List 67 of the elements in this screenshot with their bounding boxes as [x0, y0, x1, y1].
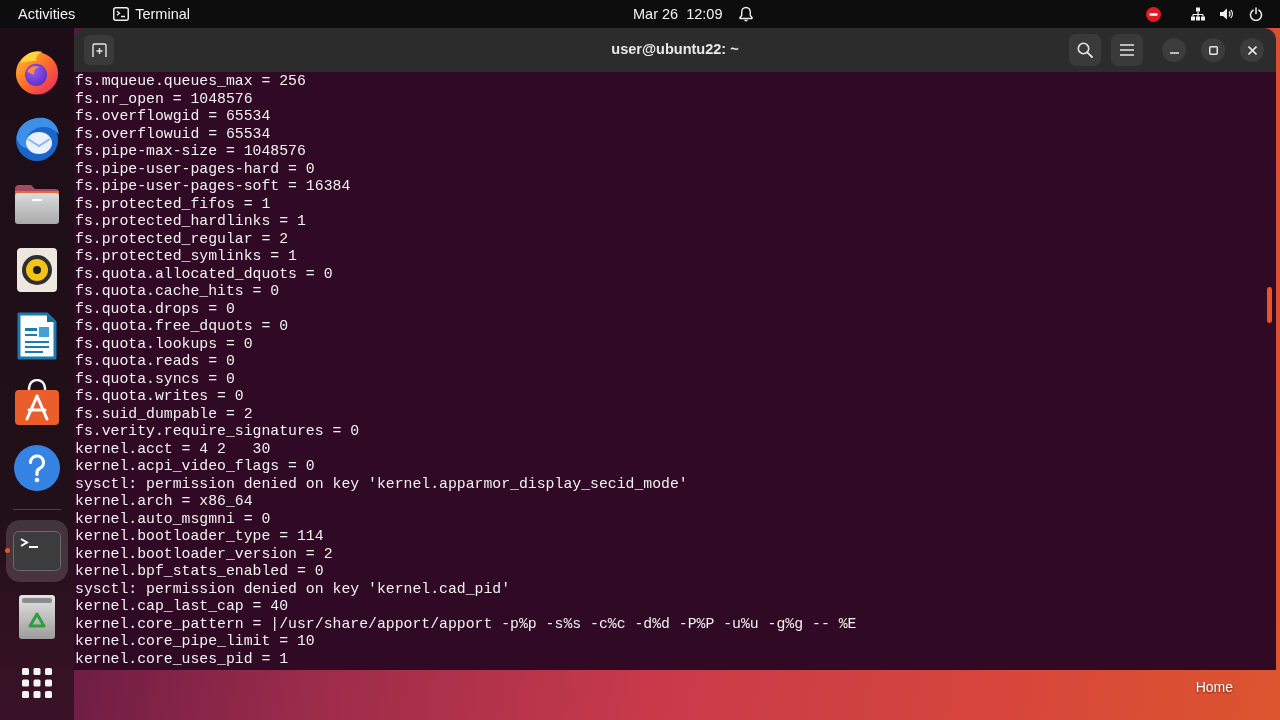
terminal-line: kernel.acpi_video_flags = 0 [75, 458, 315, 476]
terminal-line: fs.overflowuid = 65534 [75, 125, 271, 143]
terminal-icon [113, 7, 130, 21]
no-entry-icon [1146, 6, 1161, 22]
terminal-line: fs.suid_dumpable = 2 [75, 405, 253, 423]
terminal-line: fs.protected_symlinks = 1 [75, 248, 297, 266]
terminal-line: fs.nr_open = 1048576 [75, 90, 253, 108]
terminal-line: kernel.cap_last_cap = 40 [75, 598, 289, 616]
terminal-line: kernel.core_pipe_limit = 10 [75, 633, 315, 651]
terminal-icon [13, 531, 61, 571]
maximize-icon [1208, 45, 1218, 55]
terminal-line: fs.mqueue.queues_max = 256 [75, 73, 306, 91]
terminal-line: kernel.core_pattern = |/usr/share/apport/apport -p%p -s%s -c%c -d%d -P%P -u%u -g%g -- %E [75, 615, 857, 633]
app-menu-button[interactable]: Terminal [105, 2, 198, 26]
terminal-line: fs.protected_hardlinks = 1 [75, 213, 306, 231]
close-button[interactable] [1240, 38, 1264, 62]
terminal-line: fs.protected_fifos = 1 [75, 195, 271, 213]
globe-icon [14, 49, 60, 95]
terminal-line: fs.pipe-max-size = 1048576 [75, 143, 306, 161]
terminal-line: fs.protected_regular = 2 [75, 230, 289, 248]
trash-icon [19, 595, 55, 639]
terminal-line: kernel.arch = x86_64 [75, 493, 253, 511]
terminal-line: fs.pipe-user-pages-hard = 0 [75, 160, 315, 178]
terminal-line: sysctl: permission denied on key 'kernel.apparmor_display_secid_mode' [75, 475, 688, 493]
network-icon [1191, 7, 1205, 21]
document-icon [17, 312, 57, 360]
bell-icon [739, 6, 754, 22]
terminal-line: fs.quota.cache_hits = 0 [75, 283, 280, 301]
power-icon [1249, 7, 1263, 21]
terminal-line: fs.quota.syncs = 0 [75, 370, 235, 388]
clock-button[interactable]: Mar 26 12:09 [625, 2, 762, 26]
terminal-line: fs.quota.free_dquots = 0 [75, 318, 289, 336]
search-icon [1077, 42, 1093, 58]
new-tab-icon [91, 42, 107, 58]
terminal-line: fs.quota.drops = 0 [75, 300, 235, 318]
terminal-line: fs.pipe-user-pages-soft = 16384 [75, 178, 351, 196]
terminal-line: fs.quota.lookups = 0 [75, 335, 253, 353]
question-mark-icon [14, 445, 60, 491]
close-icon [1247, 45, 1257, 55]
minimize-button[interactable] [1162, 38, 1186, 62]
speaker-icon [17, 248, 57, 292]
menu-icon [1120, 44, 1134, 56]
grid-icon [22, 668, 52, 698]
terminal-line: kernel.auto_msgmni = 0 [75, 510, 271, 528]
terminal-line: fs.overflowgid = 65534 [75, 108, 271, 126]
desktop-icon-label[interactable]: Home [1195, 679, 1233, 695]
terminal-line: kernel.core_uses_pid = 1 [75, 650, 289, 668]
terminal-line: sysctl: permission denied on key 'kernel.cad_pid' [75, 580, 511, 598]
search-button[interactable] [1069, 34, 1101, 66]
terminal-line: fs.quota.writes = 0 [75, 388, 244, 406]
volume-icon [1219, 7, 1233, 21]
terminal-line: kernel.bootloader_version = 2 [75, 545, 333, 563]
terminal-line: kernel.acct = 4 2 30 [75, 440, 271, 458]
shopping-bag-icon [15, 379, 59, 425]
terminal-line: fs.verity.require_signatures = 0 [75, 423, 360, 441]
window-title: user@ubuntu22: ~ [611, 40, 739, 60]
menu-button[interactable] [1111, 34, 1143, 66]
activities-button[interactable]: Activities [6, 2, 88, 26]
minimize-icon [1169, 52, 1179, 54]
scrollbar-thumb[interactable] [1267, 287, 1272, 323]
terminal-line: kernel.bpf_stats_enabled = 0 [75, 563, 324, 581]
terminal-line: fs.quota.allocated_dquots = 0 [75, 265, 333, 283]
folder-icon [13, 183, 61, 225]
terminal-line: fs.quota.reads = 0 [75, 353, 235, 371]
terminal-line: kernel.bootloader_type = 114 [75, 528, 324, 546]
maximize-button[interactable] [1201, 38, 1225, 62]
new-tab-button[interactable] [84, 35, 114, 65]
